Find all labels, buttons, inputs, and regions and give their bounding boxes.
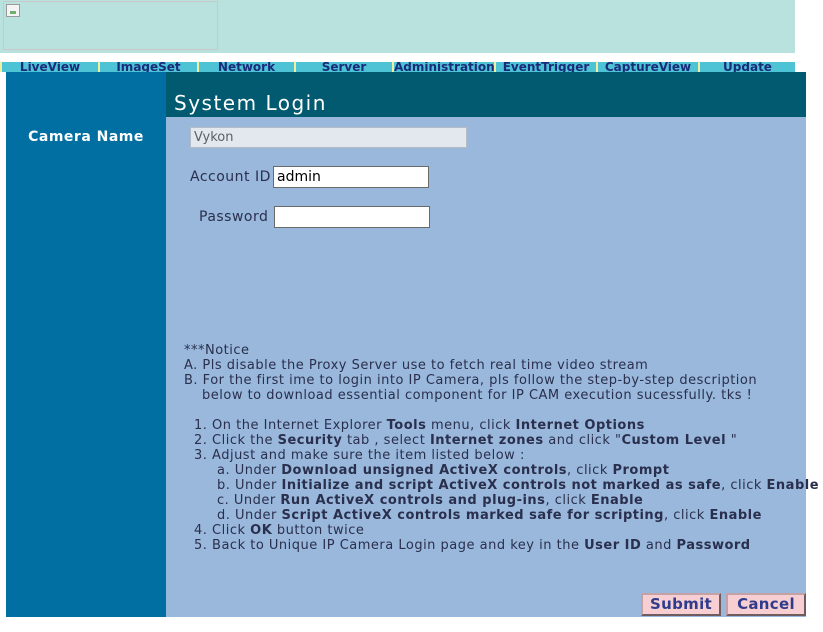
logo-image xyxy=(3,1,218,50)
nav-item-network[interactable]: Network xyxy=(197,62,294,72)
notice-item-b-cont: below to download essential component fo… xyxy=(202,388,753,403)
nav-item-liveview[interactable]: LiveView xyxy=(0,62,98,72)
sidebar: Camera Name xyxy=(6,72,166,617)
notice-step-3: 3. Adjust and make sure the item listed … xyxy=(194,448,525,463)
nav-item-update[interactable]: Update xyxy=(698,62,795,72)
notice-text: ***Notice A. Pls disable the Proxy Serve… xyxy=(184,343,820,553)
notice-header: ***Notice xyxy=(184,343,250,358)
account-id-label: Account ID xyxy=(190,169,271,185)
notice-step-1: 1. On the Internet Explorer Tools menu, … xyxy=(194,418,645,433)
notice-step-3a: a. Under Download unsigned ActiveX contr… xyxy=(217,463,670,478)
page-title: System Login xyxy=(174,91,327,115)
nav-item-imageset[interactable]: ImageSet xyxy=(98,62,197,72)
title-bar: System Login xyxy=(166,72,806,117)
notice-item-b: B. For the first ime to login into IP Ca… xyxy=(184,373,758,388)
broken-image-icon xyxy=(6,4,20,17)
header-banner xyxy=(0,0,795,53)
nav-item-captureview[interactable]: CaptureView xyxy=(596,62,698,72)
nav-item-eventtrigger[interactable]: EventTrigger xyxy=(494,62,596,72)
camera-name-field: Vykon xyxy=(190,127,467,148)
nav-item-server[interactable]: Server xyxy=(294,62,392,72)
login-panel: Vykon Account ID admin Password ***Notic… xyxy=(166,117,820,617)
notice-step-4: 4. Click OK button twice xyxy=(194,523,365,538)
account-id-input[interactable]: admin xyxy=(273,166,429,188)
notice-item-a: A. Pls disable the Proxy Server use to f… xyxy=(184,358,649,373)
cancel-button[interactable]: Cancel xyxy=(726,593,806,616)
notice-step-3b: b. Under Initialize and script ActiveX c… xyxy=(217,478,820,493)
password-label: Password xyxy=(199,209,269,225)
notice-step-3c: c. Under Run ActiveX controls and plug-i… xyxy=(217,493,644,508)
top-nav: LiveView ImageSet Network Server Adminis… xyxy=(0,62,795,72)
notice-step-3d: d. Under Script ActiveX controls marked … xyxy=(217,508,762,523)
camera-name-label: Camera Name xyxy=(28,129,144,145)
nav-item-administration[interactable]: Administration xyxy=(392,62,494,72)
password-input[interactable] xyxy=(274,206,430,228)
notice-spacer xyxy=(184,403,799,418)
submit-button[interactable]: Submit xyxy=(641,593,721,616)
notice-step-5: 5. Back to Unique IP Camera Login page a… xyxy=(194,538,751,553)
notice-step-2: 2. Click the Security tab , select Inter… xyxy=(194,433,738,448)
